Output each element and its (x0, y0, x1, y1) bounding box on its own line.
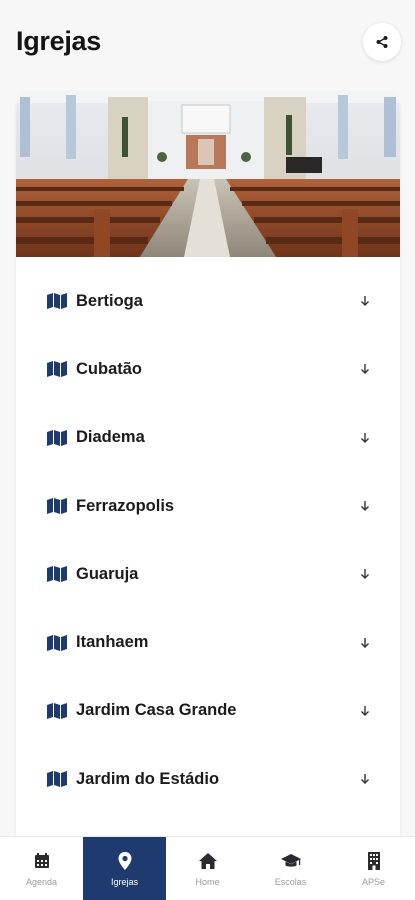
nav-item-escolas[interactable]: Escolas (249, 837, 332, 900)
churches-card: Bertioga Cubatão Diadema Ferrazopolis Gu… (16, 91, 400, 836)
church-list: Bertioga Cubatão Diadema Ferrazopolis Gu… (16, 267, 400, 813)
share-icon (376, 36, 388, 48)
home-icon (198, 853, 217, 869)
list-item[interactable]: Bertioga (16, 267, 400, 335)
nav-label: Home (195, 877, 220, 887)
app-root: Igrejas Bertioga Cubatão Diadema Ferrazo… (0, 0, 415, 900)
header: Igrejas (0, 0, 415, 86)
list-item[interactable]: Jardim Casa Grande (16, 677, 400, 745)
page-title: Igrejas (16, 26, 101, 56)
share-button[interactable] (363, 23, 401, 61)
chevron-down-icon (361, 432, 369, 443)
map-icon (47, 566, 67, 583)
nav-label: Agenda (25, 877, 58, 887)
list-item-label: Bertioga (76, 291, 143, 310)
list-item-label: Jardim Casa Grande (76, 701, 237, 720)
map-icon (47, 429, 67, 446)
map-icon (47, 702, 67, 719)
map-icon (47, 293, 67, 310)
chevron-down-icon (361, 501, 369, 512)
list-item[interactable]: Ferrazopolis (16, 472, 400, 540)
graduation-cap-icon (280, 854, 301, 867)
list-item-label: Jardim do Estádio (76, 769, 220, 788)
building-icon (367, 852, 380, 870)
list-item-label: Cubatão (76, 359, 142, 378)
map-icon (47, 498, 67, 515)
nav-item-home[interactable]: Home (166, 837, 249, 900)
calendar-icon (34, 853, 49, 868)
list-item[interactable]: Cubatão (16, 335, 400, 403)
chevron-down-icon (361, 705, 369, 716)
chevron-down-icon (361, 637, 369, 648)
chevron-down-icon (361, 364, 369, 375)
chevron-down-icon (361, 296, 369, 307)
list-item[interactable]: Diadema (16, 404, 400, 472)
list-item-label: Guaruja (76, 564, 139, 583)
list-item-label: Itanhaem (76, 633, 149, 652)
bottom-nav: Agenda Igrejas Home Escolas APSe (0, 836, 415, 900)
nav-label: Igrejas (110, 877, 138, 887)
nav-label: Escolas (274, 877, 307, 887)
list-item-label: Ferrazopolis (76, 496, 175, 515)
nav-item-agenda[interactable]: Agenda (0, 837, 83, 900)
nav-item-igrejas[interactable]: Igrejas (83, 837, 166, 900)
map-icon (47, 634, 67, 651)
chevron-down-icon (361, 774, 369, 785)
map-icon (47, 771, 67, 788)
map-icon (47, 361, 67, 378)
list-item[interactable]: Guaruja (16, 540, 400, 608)
list-item[interactable]: Itanhaem (16, 608, 400, 676)
list-item-label: Diadema (76, 428, 145, 447)
list-item[interactable]: Jardim do Estádio (16, 745, 400, 813)
nav-item-apse[interactable]: APSe (332, 837, 415, 900)
chevron-down-icon (361, 569, 369, 580)
nav-label: APSe (361, 877, 385, 887)
church-interior-photo (16, 91, 400, 257)
location-pin-icon (118, 852, 131, 870)
